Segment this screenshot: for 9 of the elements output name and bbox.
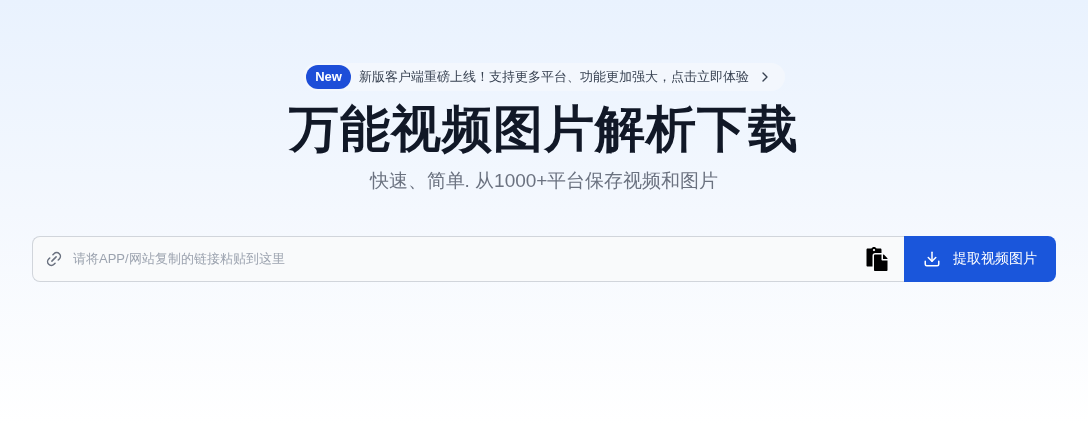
download-icon [923, 249, 941, 268]
announcement-text: 新版客户端重磅上线！支持更多平台、功能更加强大，点击立即体验 [358, 68, 749, 87]
extract-button[interactable]: 提取视频图片 [904, 235, 1056, 282]
announcement-banner[interactable]: New 新版客户端重磅上线！支持更多平台、功能更加强大，点击立即体验 [303, 63, 785, 91]
new-badge: New [306, 65, 351, 89]
subtitle: 快速、简单. 从1000+平台保存视频和图片 [369, 169, 719, 193]
url-input-field[interactable]: 请将APP/网站复制的链接粘贴到这里 [32, 235, 904, 282]
clipboard-icon[interactable] [866, 246, 888, 271]
page-title: 万能视频图片解析下载 [289, 100, 799, 159]
